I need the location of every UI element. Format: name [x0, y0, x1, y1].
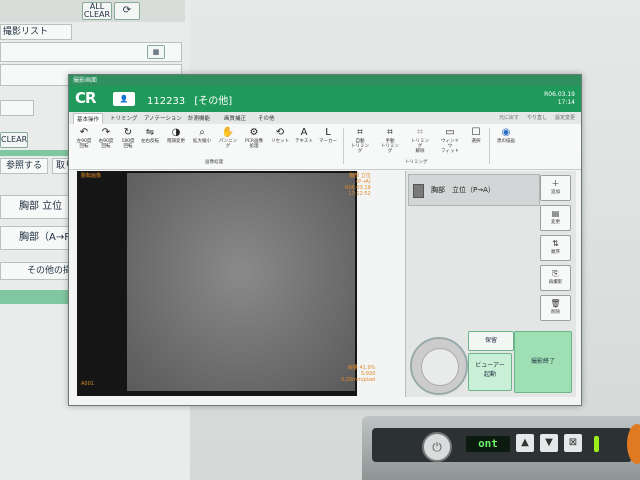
window-title: 撮影画面	[69, 75, 581, 86]
rotate-right-icon[interactable]: ↷ 右90度 回転	[95, 127, 117, 149]
add-button[interactable]: ＋追加	[540, 175, 571, 201]
dropdown[interactable]	[0, 100, 34, 116]
lcd-display: ont	[466, 436, 510, 452]
patient-card-icon[interactable]: 👤	[113, 92, 135, 106]
download-icon[interactable]: ▼	[540, 434, 558, 452]
image-stats: 線量 41.9% S:930 0.20mm/pixel	[341, 365, 376, 383]
status-led	[594, 436, 599, 452]
device-panel: ⏻ ont ▲ ▼ ⊠	[362, 416, 640, 480]
exam-thumbnail	[413, 184, 424, 198]
group-image-processing: 画像処理	[205, 160, 223, 165]
rotate-left-icon[interactable]: ↶ 左90度 回転	[73, 127, 95, 149]
power-icon[interactable]: ⏻	[422, 432, 452, 462]
list-header: ▦	[0, 42, 182, 62]
zoom-icon[interactable]: ⌕ 拡大縮小	[191, 127, 213, 144]
tab-other[interactable]: その他	[255, 113, 278, 123]
reference-button[interactable]: 参照する	[0, 158, 48, 174]
refresh-icon[interactable]: ⟳	[114, 2, 140, 20]
change-icon: ▤	[551, 209, 560, 218]
group-trimming: トリミング	[405, 160, 428, 165]
finish-shooting-button[interactable]: 撮影終了	[514, 331, 572, 393]
order-icon: ⇅	[552, 239, 559, 248]
time: 17:14	[557, 99, 575, 106]
xray-image[interactable]	[127, 173, 355, 391]
viewer-launch-button[interactable]: ビューアー 起動	[468, 353, 512, 391]
tab-measure[interactable]: 計測機能	[185, 113, 213, 123]
image-label: 脱転画像	[81, 173, 102, 179]
orange-knob[interactable]	[627, 424, 640, 464]
marker-icon[interactable]: L マーカー	[317, 127, 339, 144]
tab-annotation[interactable]: アノテーション	[141, 113, 185, 123]
tab-shooting-list[interactable]: 撮影リスト	[0, 24, 72, 40]
patient-info: 112233 [その他]	[147, 92, 232, 107]
grid-icon[interactable]: ▦	[147, 45, 165, 59]
toolbar: ↶ 左90度 回転 ↷ 右90度 回転 ↻ 180度 回転 ⇋ 左右反転 ◑ 階調変更 ⌕…	[69, 124, 581, 170]
pcr-process-icon[interactable]: ⚙ PCR画像 処理	[243, 127, 265, 149]
add-icon: ＋	[551, 179, 560, 188]
window-fit-icon[interactable]: ▭ ウィンドウ フィット	[439, 127, 461, 154]
change-button[interactable]: ▤ 変更	[540, 205, 571, 231]
date: R06.03.19	[544, 91, 575, 98]
settings-button[interactable]: 設定変更	[555, 114, 575, 121]
auto-trim-icon[interactable]: ⌗ 自動 トリミング	[349, 127, 371, 154]
rotate-180-icon[interactable]: ↻ 180度 回転	[117, 127, 139, 149]
datetime: R06.03.19 17:14	[544, 91, 575, 107]
flip-icon[interactable]: ⇋ 左右反転	[139, 127, 161, 144]
tab-quality[interactable]: 画質補正	[221, 113, 249, 123]
cr-logo: CR	[75, 89, 97, 107]
all-clear-button[interactable]: ALL CLEAR	[82, 2, 112, 20]
manual-trim-icon[interactable]: ⌗ 手動 トリミング	[379, 127, 401, 154]
header-bar: CR 👤 112233 [その他] R06.03.19 17:14	[69, 86, 581, 112]
reshoot-icon: ⎘	[552, 269, 559, 278]
patient-id: 112233	[147, 96, 186, 107]
exam-info: 胸部 立位(P→A) R06.03.19 17:12:52	[345, 173, 371, 197]
clear-button[interactable]: CLEAR	[0, 132, 28, 148]
exam-label: 胸部 立位（P→A）	[431, 186, 495, 194]
select-icon[interactable]: ☐ 選択	[465, 127, 487, 144]
patient-type: [その他]	[194, 96, 233, 107]
upload-icon[interactable]: ▲	[516, 434, 534, 452]
gradation-icon[interactable]: ◑ 階調変更	[165, 127, 187, 144]
order-button[interactable]: ⇅ 順序	[540, 235, 571, 261]
reshoot-button[interactable]: ⎘ 再撮影	[540, 265, 571, 291]
exam-panel: 胸部 立位（P→A） ＋追加 ▤ 変更 ⇅ 順序 ⎘ 再撮影 🗑 削除 保留 ビューアー…	[405, 171, 576, 397]
cassette-icon[interactable]: ⊠	[564, 434, 582, 452]
trash-icon: 🗑	[550, 299, 561, 308]
tab-trimming[interactable]: トリミング	[107, 113, 141, 123]
tab-basic[interactable]: 基本操作	[73, 113, 104, 124]
redo-button[interactable]: やり直し	[527, 114, 547, 121]
text-icon[interactable]: A テキスト	[293, 127, 315, 144]
delete-button[interactable]: 🗑 削除	[540, 295, 571, 321]
pan-icon[interactable]: ✋ パンニング	[217, 127, 239, 149]
divider	[343, 128, 344, 164]
divider	[489, 128, 490, 164]
undo-button[interactable]: 元に戻す	[499, 114, 519, 121]
reset-icon[interactable]: ⟲ リセット	[269, 127, 291, 144]
hold-button[interactable]: 保留	[468, 331, 514, 351]
image-viewer[interactable]: 脱転画像 胸部 立位(P→A) R06.03.19 17:12:52 A001 …	[77, 171, 375, 396]
shooting-window: 撮影画面 CR 👤 112233 [その他] R06.03.19 17:14 基…	[68, 74, 582, 406]
black-draw-icon[interactable]: ◉ 黒の描画	[495, 127, 517, 144]
exposure-dial[interactable]	[410, 337, 468, 395]
list-item[interactable]: 胸部 立位（P→A）	[408, 174, 540, 206]
trim-release-icon[interactable]: ⌗ トリミング 解除	[409, 127, 431, 154]
image-id: A001	[81, 381, 94, 387]
